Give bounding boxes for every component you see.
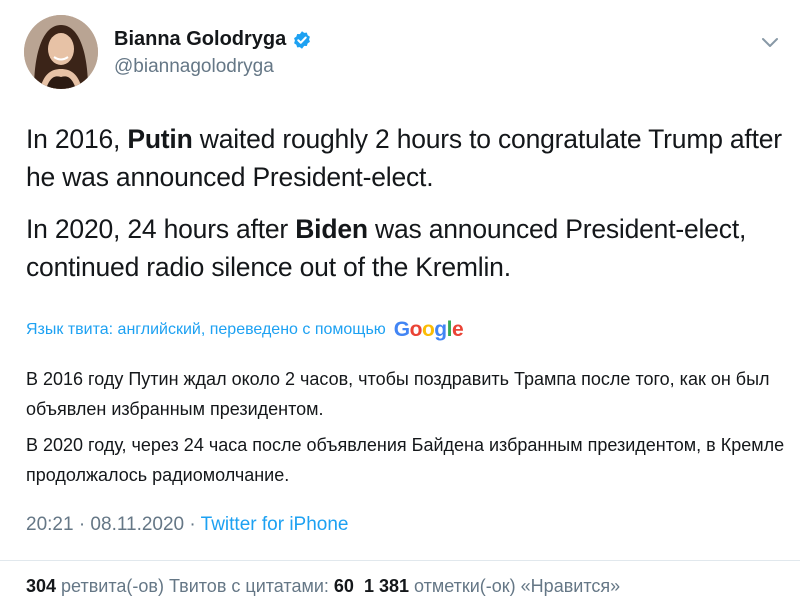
google-logo: Google (393, 318, 464, 341)
translated-paragraph-2: В 2020 году, через 24 часа после объявле… (26, 435, 785, 485)
author-name-row: Bianna Golodryga (114, 28, 312, 51)
translation-attribution[interactable]: Язык твита: английский, переведено с пом… (26, 318, 464, 342)
tweet-paragraph-1: In 2016, Putin waited roughly 2 hours to… (26, 120, 786, 196)
translation-label[interactable]: Язык твита: английский, переведено с пом… (26, 321, 386, 339)
tweet-timestamp[interactable]: 20:21 · 08.11.2020 · (26, 514, 201, 535)
translated-paragraph-1: В 2016 году Путин ждал около 2 часов, чт… (26, 369, 770, 419)
tweet-paragraph-2: In 2020, 24 hours after Biden was announ… (26, 210, 786, 286)
tweet-stats: 304 ретвита(-ов) Твитов с цитатами: 60 1… (26, 576, 620, 597)
quote-count[interactable]: 60 (334, 576, 354, 596)
retweet-count[interactable]: 304 (26, 576, 56, 596)
divider (0, 560, 800, 561)
tweet-source-link[interactable]: Twitter for iPhone (201, 514, 349, 535)
avatar[interactable] (24, 15, 98, 89)
tweet-text: In 2020, 24 hours after (26, 214, 296, 244)
author-name[interactable]: Bianna Golodryga (114, 28, 286, 51)
tweet-meta: 20:21 · 08.11.2020 · Twitter for iPhone (26, 514, 349, 536)
like-count[interactable]: 1 381 (364, 576, 409, 596)
verified-badge-icon (294, 30, 311, 49)
author-handle[interactable]: @biannagolodryga (114, 56, 274, 78)
tweet-text: In 2016, (26, 124, 128, 154)
retweet-label[interactable]: ретвита(-ов) Твитов с цитатами: (56, 576, 334, 596)
like-label[interactable]: отметки(-ок) «Нравится» (409, 576, 620, 596)
tweet-bold: Biden (295, 214, 368, 244)
chevron-down-icon[interactable] (760, 36, 780, 50)
tweet-bold: Putin (127, 124, 193, 154)
avatar-image (24, 15, 98, 89)
